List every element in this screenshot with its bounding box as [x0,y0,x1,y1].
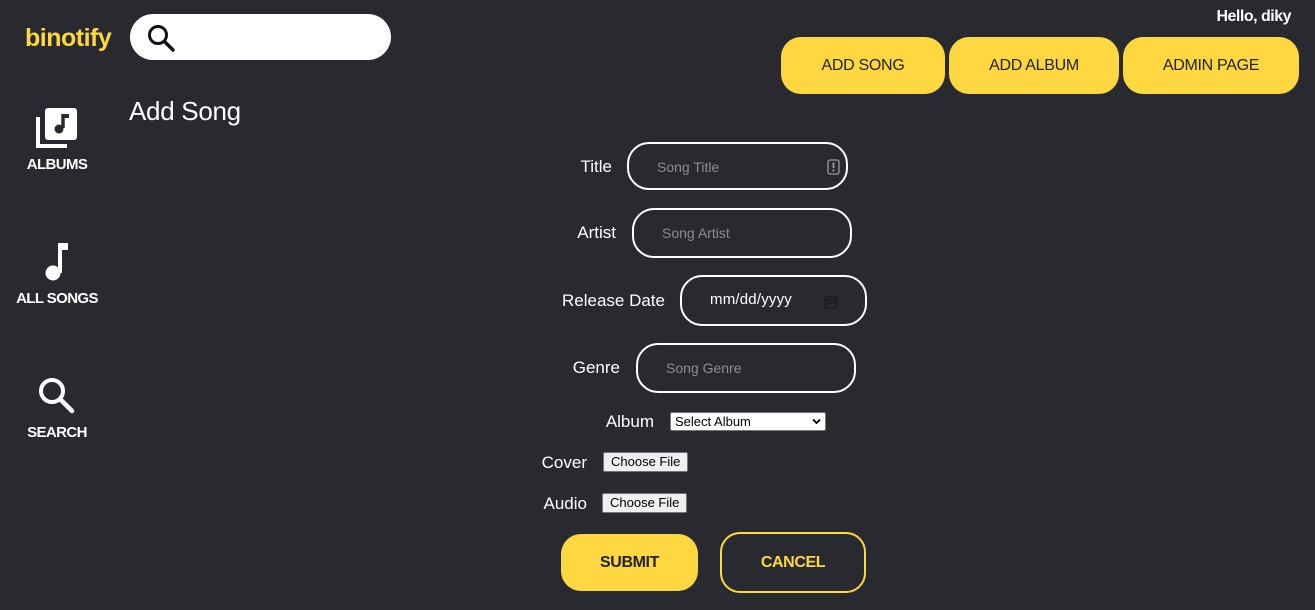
release-date-field[interactable]: mm/dd/yyyy [680,275,867,326]
album-icon [36,108,77,148]
genre-label: Genre [572,358,620,377]
audio-choose-file-button[interactable]: Choose File [602,493,688,513]
sidebar-item-albums[interactable]: ALBUMS [2,106,112,173]
sidebar-item-label: ALL SONGS [16,290,98,307]
add-song-button[interactable]: ADD SONG [781,37,945,94]
cover-choose-file-button[interactable]: Choose File [603,452,689,472]
genre-input[interactable] [664,356,818,380]
title-label: Title [580,157,613,176]
user-greeting: Hello, diky [1216,8,1291,25]
sidebar-item-all-songs[interactable]: ALL SONGS [2,240,112,307]
album-select[interactable]: Select Album [670,412,826,431]
artist-field[interactable] [632,208,852,258]
cancel-button[interactable]: CANCEL [720,532,866,593]
sidebar-item-search[interactable]: SEARCH [2,374,112,441]
album-select-value: Select Album [675,414,751,429]
admin-page-button[interactable]: ADMIN PAGE [1123,37,1299,94]
autofill-icon[interactable] [827,159,840,175]
release-date-label: Release Date [561,291,665,310]
audio-label: Audio [543,494,587,513]
page-title: Add Song [129,96,241,126]
title-input[interactable] [655,155,809,179]
search-input[interactable] [186,22,380,54]
sidebar-item-label: SEARCH [27,424,87,441]
album-label: Album [605,412,654,431]
app-root: binotify ALBUMS ALL SONGS SEARCH Hello, … [0,0,1315,610]
chevron-down-icon [812,418,821,425]
sidebar-item-label: ALBUMS [26,156,88,173]
calendar-icon[interactable] [824,295,838,309]
search-bar[interactable] [130,14,391,60]
search-icon[interactable] [146,23,176,53]
artist-input[interactable] [660,221,814,245]
music-note-icon [45,243,68,281]
search-icon [39,378,75,414]
release-date-value[interactable]: mm/dd/yyyy [710,291,792,308]
title-field[interactable] [627,142,848,190]
add-album-button[interactable]: ADD ALBUM [949,37,1119,94]
genre-field[interactable] [636,343,856,393]
artist-label: Artist [577,223,616,242]
submit-button[interactable]: SUBMIT [561,534,698,591]
cover-label: Cover [541,453,587,472]
logo[interactable]: binotify [25,24,112,53]
